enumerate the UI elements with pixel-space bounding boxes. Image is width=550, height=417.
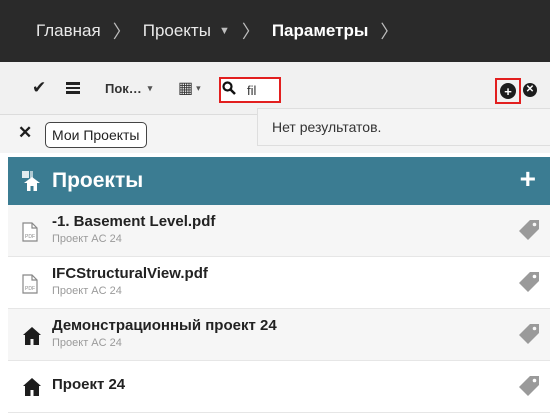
pdf-file-icon: PDF	[22, 222, 38, 247]
clear-filter-icon[interactable]: ✕	[18, 123, 32, 143]
no-results-text: Нет результатов.	[272, 119, 382, 135]
item-name: Проект 24	[52, 376, 126, 393]
breadcrumb-projects[interactable]: Проекты	[143, 21, 211, 41]
tag-icon[interactable]	[518, 323, 540, 350]
breadcrumb-home[interactable]: Главная	[36, 21, 101, 41]
close-search-button[interactable]: ✕	[523, 83, 537, 97]
tag-icon[interactable]	[518, 219, 540, 246]
item-name: IFCStructuralView.pdf	[52, 265, 208, 282]
tag-icon[interactable]	[518, 375, 540, 402]
item-subtitle: Проект AC 24	[52, 337, 122, 349]
item-name: -1. Basement Level.pdf	[52, 213, 216, 230]
svg-text:PDF: PDF	[25, 286, 35, 292]
chevron-right-icon: 〉	[241, 22, 260, 42]
list-item[interactable]: PDF IFCStructuralView.pdf Проект AC 24	[8, 257, 550, 309]
projects-title: Проекты	[52, 169, 144, 192]
search-icon	[221, 81, 237, 99]
chevron-right-icon: 〉	[380, 22, 399, 42]
item-subtitle: Проект AC 24	[52, 233, 122, 245]
projects-header: Проекты +	[8, 157, 550, 205]
menu-icon[interactable]	[66, 62, 86, 114]
project-list: PDF -1. Basement Level.pdf Проект AC 24 …	[8, 205, 550, 413]
list-item[interactable]: Проект 24	[8, 361, 550, 413]
view-selector[interactable]: Пок… ▾	[105, 62, 152, 114]
add-button[interactable]: +	[495, 78, 521, 104]
view-label: Пок…	[105, 80, 142, 96]
calendar-selector[interactable]: ▦ ▾	[178, 62, 201, 114]
calendar-icon: ▦	[178, 80, 194, 97]
svg-text:PDF: PDF	[25, 234, 35, 240]
list-item[interactable]: PDF -1. Basement Level.pdf Проект AC 24	[8, 205, 550, 257]
breadcrumb-current[interactable]: Параметры	[272, 21, 369, 41]
plus-circle-icon: +	[500, 83, 516, 99]
projects-icon	[18, 169, 44, 193]
check-icon[interactable]: ✔	[32, 62, 46, 114]
item-name: Демонстрационный проект 24	[52, 317, 277, 334]
chevron-down-icon: ▾	[147, 82, 153, 93]
chevron-down-icon: ▾	[196, 82, 201, 93]
add-project-button[interactable]: +	[520, 165, 536, 193]
search-results-dropdown: Нет результатов.	[257, 108, 550, 146]
project-house-icon	[22, 326, 42, 351]
filter-chip[interactable]: Мои Проекты	[45, 122, 147, 148]
breadcrumb-bar: Главная 〉 Проекты ▼ 〉 Параметры 〉	[0, 0, 550, 62]
close-circle-icon: ✕	[523, 83, 537, 97]
chevron-right-icon: 〉	[112, 22, 131, 42]
search-input[interactable]	[237, 82, 279, 98]
chevron-down-icon[interactable]: ▼	[219, 25, 230, 37]
pdf-file-icon: PDF	[22, 274, 38, 299]
search-box[interactable]	[219, 77, 281, 103]
tag-icon[interactable]	[518, 271, 540, 298]
list-item[interactable]: Демонстрационный проект 24 Проект AC 24	[8, 309, 550, 361]
item-subtitle: Проект AC 24	[52, 285, 122, 297]
project-house-icon	[22, 377, 42, 402]
